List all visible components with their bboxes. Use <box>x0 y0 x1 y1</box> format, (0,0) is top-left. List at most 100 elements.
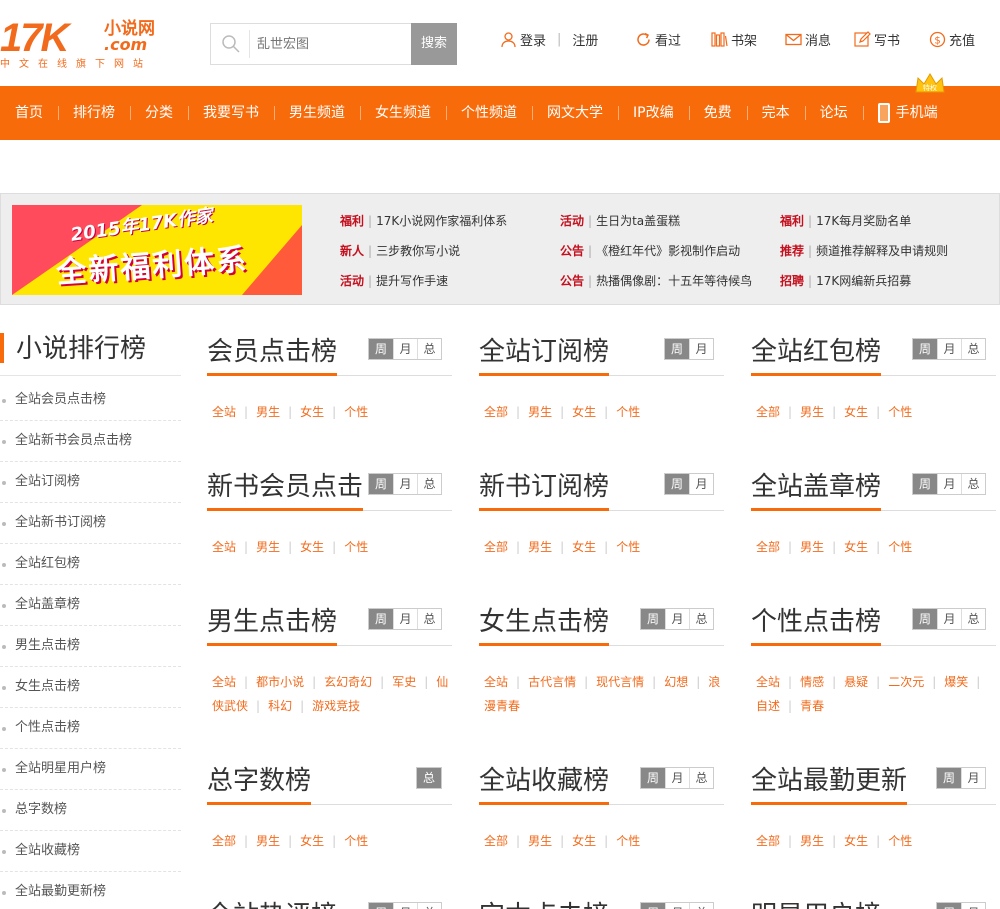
ranking-box-title[interactable]: 新书订阅榜 <box>479 470 610 511</box>
category-link[interactable]: 古代言情 <box>528 675 576 689</box>
nav-item-write[interactable]: 我要写书 <box>188 86 274 140</box>
ranking-box-title[interactable]: 全站最勤更新 <box>751 764 908 805</box>
category-link[interactable]: 个性 <box>616 405 640 419</box>
ranking-box-title[interactable]: 男生点击榜 <box>207 605 338 646</box>
period-tab[interactable]: 总 <box>961 609 985 629</box>
period-tab[interactable]: 月 <box>393 903 417 909</box>
recharge-link[interactable]: $ 充值 <box>929 30 975 49</box>
category-link[interactable]: 全部 <box>484 540 508 554</box>
category-link[interactable]: 女生 <box>300 834 324 848</box>
category-link[interactable]: 个性 <box>616 540 640 554</box>
register-link[interactable]: 注册 <box>572 30 598 49</box>
nav-item-home[interactable]: 首页 <box>0 86 58 140</box>
category-link[interactable]: 女生 <box>300 540 324 554</box>
period-tab[interactable]: 总 <box>689 609 713 629</box>
category-link[interactable]: 全站 <box>484 675 508 689</box>
period-tab[interactable]: 总 <box>961 474 985 494</box>
category-link[interactable]: 悬疑 <box>844 675 868 689</box>
sidebar-item[interactable]: 女生点击榜 <box>0 667 181 708</box>
ranking-box-title[interactable]: 全站热评榜 <box>207 899 337 909</box>
ranking-box-title[interactable]: 完本点击榜 <box>479 899 609 909</box>
sidebar-item[interactable]: 全站红包榜 <box>0 544 181 585</box>
ranking-box-title[interactable]: 全站订阅榜 <box>479 335 610 376</box>
period-tab[interactable]: 总 <box>417 339 441 359</box>
period-tab[interactable]: 月 <box>689 474 713 494</box>
sidebar-item[interactable]: 个性点击榜 <box>0 708 181 749</box>
period-tab[interactable]: 总 <box>417 903 441 909</box>
ranking-box-title[interactable]: 总字数榜 <box>207 764 312 805</box>
sidebar-item[interactable]: 全站盖章榜 <box>0 585 181 626</box>
category-link[interactable]: 女生 <box>844 834 868 848</box>
sidebar-item[interactable]: 全站最勤更新榜 <box>0 872 181 909</box>
category-link[interactable]: 男生 <box>528 405 552 419</box>
category-link[interactable]: 全部 <box>484 405 508 419</box>
category-link[interactable]: 幻想 <box>664 675 688 689</box>
category-link[interactable]: 全站 <box>212 675 236 689</box>
nav-item-mobile[interactable]: 手机端 <box>862 86 953 140</box>
category-link[interactable]: 现代言情 <box>596 675 644 689</box>
period-tab[interactable]: 周 <box>369 609 393 629</box>
news-item[interactable]: 福利 | 17K每月奖励名单 <box>780 212 911 229</box>
category-link[interactable]: 个性 <box>344 405 368 419</box>
ranking-box-title[interactable]: 全站盖章榜 <box>751 470 882 511</box>
category-link[interactable]: 男生 <box>800 405 824 419</box>
login-link[interactable]: 登录 <box>520 30 546 49</box>
period-tab[interactable]: 月 <box>961 768 985 788</box>
period-tab[interactable]: 总 <box>417 474 441 494</box>
ranking-box-title[interactable]: 全站红包榜 <box>751 335 882 376</box>
ranking-box-title[interactable]: 女生点击榜 <box>479 605 610 646</box>
period-tab[interactable]: 月 <box>665 903 689 909</box>
sidebar-item[interactable]: 全站收藏榜 <box>0 831 181 872</box>
sidebar-item[interactable]: 男生点击榜 <box>0 626 181 667</box>
ranking-box-title[interactable]: 明星用户榜 <box>751 899 881 909</box>
category-link[interactable]: 全部 <box>484 834 508 848</box>
category-link[interactable]: 全部 <box>212 834 236 848</box>
period-tab[interactable]: 月 <box>689 339 713 359</box>
welfare-banner[interactable]: 2015年17K作家 全新福利体系 <box>12 205 302 295</box>
nav-item-male[interactable]: 男生频道 <box>274 86 360 140</box>
category-link[interactable]: 全部 <box>756 834 780 848</box>
sidebar-item[interactable]: 全站新书会员点击榜 <box>0 421 181 462</box>
category-link[interactable]: 科幻 <box>268 699 292 713</box>
period-tab[interactable]: 周 <box>369 339 393 359</box>
category-link[interactable]: 军史 <box>392 675 416 689</box>
category-link[interactable]: 个性 <box>888 834 912 848</box>
news-item[interactable]: 招聘 | 17K网编新兵招募 <box>780 272 911 289</box>
news-item[interactable]: 福利 | 17K小说网作家福利体系 <box>340 212 507 229</box>
ranking-box-title[interactable]: 新书会员点击 <box>207 470 364 511</box>
category-link[interactable]: 个性 <box>344 834 368 848</box>
category-link[interactable]: 男生 <box>528 834 552 848</box>
period-tab[interactable]: 周 <box>369 474 393 494</box>
category-link[interactable]: 男生 <box>256 540 280 554</box>
category-link[interactable]: 女生 <box>300 405 324 419</box>
category-link[interactable]: 全站 <box>756 675 780 689</box>
category-link[interactable]: 都市小说 <box>256 675 304 689</box>
category-link[interactable]: 女生 <box>844 405 868 419</box>
category-link[interactable]: 女生 <box>844 540 868 554</box>
sidebar-item[interactable]: 全站订阅榜 <box>0 462 181 503</box>
period-tab[interactable]: 周 <box>913 339 937 359</box>
period-tab[interactable]: 月 <box>937 609 961 629</box>
category-link[interactable]: 全部 <box>756 540 780 554</box>
category-link[interactable]: 个性 <box>888 540 912 554</box>
period-tab[interactable]: 周 <box>913 609 937 629</box>
period-tab[interactable]: 周 <box>913 474 937 494</box>
period-tab[interactable]: 总 <box>961 339 985 359</box>
sidebar-item[interactable]: 全站新书订阅榜 <box>0 503 181 544</box>
period-tab[interactable]: 周 <box>641 903 665 909</box>
nav-item-university[interactable]: 网文大学 <box>532 86 618 140</box>
news-item[interactable]: 活动 | 生日为ta盖蛋糕 <box>560 212 680 229</box>
period-tab[interactable]: 周 <box>369 903 393 909</box>
search-button[interactable]: 搜索 <box>411 23 457 65</box>
period-tab[interactable]: 月 <box>393 609 417 629</box>
history-link[interactable]: 看过 <box>635 30 681 49</box>
period-tab[interactable]: 总 <box>689 903 713 909</box>
ranking-box-title[interactable]: 个性点击榜 <box>751 605 882 646</box>
category-link[interactable]: 个性 <box>344 540 368 554</box>
ranking-box-title[interactable]: 会员点击榜 <box>207 335 338 376</box>
news-item[interactable]: 公告 | 《橙红年代》影视制作启动 <box>560 242 740 259</box>
period-tab[interactable]: 总 <box>417 768 441 788</box>
category-link[interactable]: 游戏竞技 <box>312 699 360 713</box>
category-link[interactable]: 情感 <box>800 675 824 689</box>
ranking-box-title[interactable]: 全站收藏榜 <box>479 764 610 805</box>
